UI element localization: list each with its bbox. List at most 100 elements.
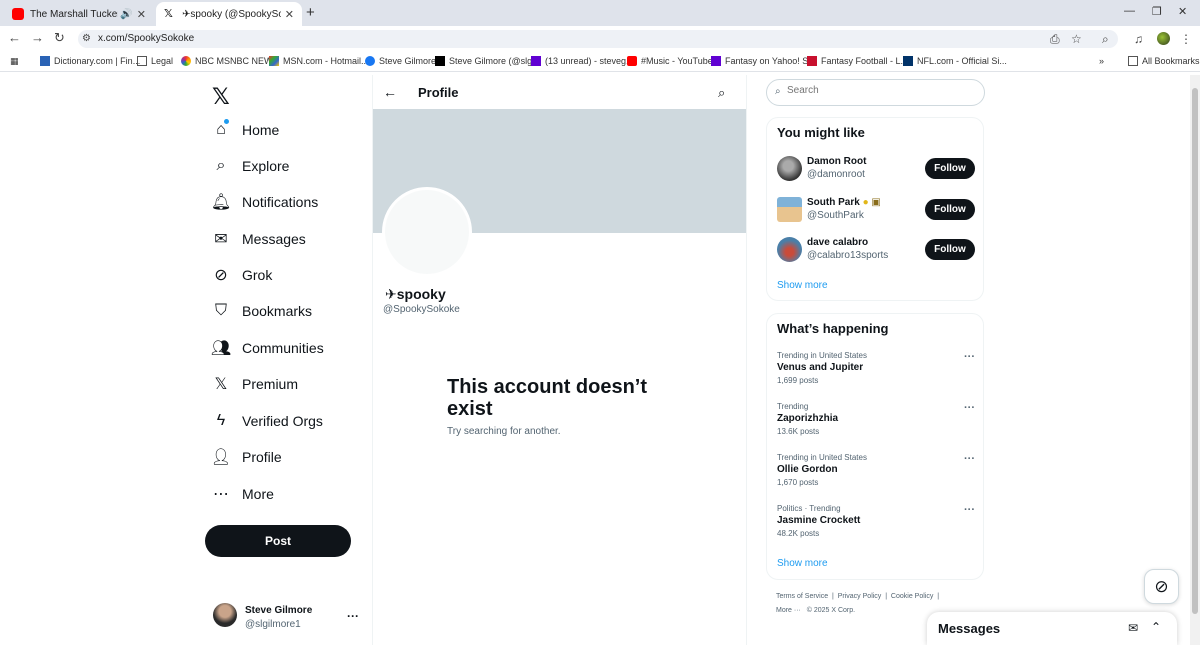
user-handle: @calabro13sports bbox=[807, 250, 889, 261]
card-title: You might like bbox=[777, 125, 865, 140]
cookie-link[interactable]: Cookie Policy bbox=[891, 593, 933, 600]
profile-handle: @SpookySokoke bbox=[383, 304, 460, 315]
nav-premium[interactable]: 𝕏 Premium bbox=[212, 375, 298, 393]
bookmark-item[interactable]: (13 unread) - steveg... bbox=[531, 56, 634, 66]
privacy-link[interactable]: Privacy Policy bbox=[838, 593, 882, 600]
trend-item[interactable]: Trending in United States Venus and Jupi… bbox=[777, 351, 977, 391]
trend-context: Trending in United States bbox=[777, 351, 867, 360]
bookmark-item[interactable]: Fantasy Football - L... bbox=[807, 56, 908, 66]
more-dots-icon[interactable]: ··· bbox=[964, 351, 975, 363]
show-more-link[interactable]: Show more bbox=[777, 558, 828, 569]
expand-chevron-icon[interactable]: ⌃ bbox=[1151, 620, 1161, 634]
suggestion-row[interactable]: dave calabro @calabro13sports Follow bbox=[777, 237, 977, 265]
nbc-peacock-icon bbox=[181, 56, 191, 66]
bookmark-item[interactable]: NFL.com - Official Si... bbox=[903, 56, 1007, 66]
youtube-icon bbox=[627, 56, 637, 66]
messages-drawer[interactable]: Messages ✉ ⌃ bbox=[927, 612, 1177, 645]
nav-messages[interactable]: ✉ Messages bbox=[212, 230, 306, 248]
facebook-icon bbox=[365, 56, 375, 66]
url-bar[interactable] bbox=[78, 30, 1118, 48]
back-arrow-icon[interactable]: ← bbox=[383, 84, 397, 100]
browser-tab-active[interactable]: 𝕏 ✈spooky (@SpookySokoke) / ✕ bbox=[156, 2, 302, 26]
trend-name: Jasmine Crockett bbox=[777, 515, 861, 526]
nav-profile[interactable]: 👤︎ Profile bbox=[211, 448, 282, 466]
account-switcher[interactable]: Steve Gilmore @slgilmore1 ··· bbox=[213, 603, 363, 631]
back-arrow-icon[interactable]: ← bbox=[8, 30, 21, 45]
trend-item[interactable]: Politics · Trending Jasmine Crockett 48.… bbox=[777, 504, 977, 544]
media-control-icon[interactable]: ♫ bbox=[1134, 32, 1143, 46]
copyright: © 2025 X Corp. bbox=[806, 607, 856, 614]
suggestion-row[interactable]: South Park ● ▣ @SouthPark Follow bbox=[777, 197, 977, 225]
follow-button[interactable]: Follow bbox=[925, 158, 975, 179]
bookmark-item[interactable]: MSN.com - Hotmail... bbox=[269, 56, 369, 66]
browser-tab[interactable]: The Marshall Tucker Band Y 🔊 ✕ bbox=[4, 2, 154, 26]
more-link[interactable]: More ··· bbox=[776, 607, 801, 614]
bookmark-item[interactable]: NBC MSNBC NEWS bbox=[181, 56, 279, 66]
grok-icon: ⊘ bbox=[214, 267, 228, 284]
nav-notifications[interactable]: 🔔︎ Notifications bbox=[210, 193, 318, 211]
trend-item[interactable]: Trending Zaporizhzhia 13.6K posts ··· bbox=[777, 402, 977, 442]
x-logo-icon[interactable]: 𝕏 bbox=[212, 84, 230, 110]
apps-grid-icon[interactable]: ▦ bbox=[10, 56, 19, 67]
x-logo-icon bbox=[435, 56, 445, 66]
new-message-icon[interactable]: ✉ bbox=[1128, 621, 1138, 635]
bell-icon: 🔔︎ bbox=[210, 194, 232, 211]
search-box[interactable]: ⌕ bbox=[766, 79, 985, 106]
all-bookmarks[interactable]: All Bookmarks bbox=[1128, 56, 1200, 66]
more-dots-icon[interactable]: ··· bbox=[964, 504, 975, 516]
folder-icon bbox=[137, 56, 147, 66]
bookmark-star-icon[interactable]: ☆ bbox=[1071, 32, 1082, 46]
fantasy-football-icon bbox=[807, 56, 817, 66]
more-dots-icon[interactable]: ··· bbox=[964, 402, 975, 414]
speaker-icon[interactable]: 🔊 bbox=[120, 9, 132, 20]
close-window-icon[interactable]: ✕ bbox=[1178, 5, 1187, 18]
nav-grok[interactable]: ⊘ Grok bbox=[212, 266, 272, 284]
folder-icon bbox=[1128, 56, 1138, 66]
nav-bookmarks[interactable]: ⛉ Bookmarks bbox=[212, 302, 312, 320]
chrome-menu-icon[interactable]: ⋮ bbox=[1180, 32, 1192, 46]
reload-icon[interactable]: ↻ bbox=[54, 30, 65, 46]
tab-search-icon[interactable]: ⌕ bbox=[1102, 32, 1109, 47]
bookmark-item[interactable]: Legal bbox=[137, 56, 173, 66]
bookmark-item[interactable]: Steve Gilmore bbox=[365, 56, 436, 66]
chrome-profile-avatar[interactable] bbox=[1157, 32, 1170, 45]
nav-more[interactable]: ⋯ More bbox=[212, 485, 274, 503]
msn-butterfly-icon bbox=[269, 56, 279, 66]
post-button[interactable]: Post bbox=[205, 525, 351, 557]
messages-drawer-title: Messages bbox=[938, 621, 1001, 636]
show-more-link[interactable]: Show more bbox=[777, 280, 828, 291]
close-tab-icon[interactable]: ✕ bbox=[137, 8, 146, 21]
url-text[interactable]: x.com/SpookySokoke bbox=[98, 33, 194, 44]
trend-item[interactable]: Trending in United States Ollie Gordon 1… bbox=[777, 453, 977, 493]
search-icon[interactable]: ⌕ bbox=[718, 85, 725, 101]
more-dots-icon[interactable]: ··· bbox=[964, 453, 975, 465]
nav-explore[interactable]: ⌕ Explore bbox=[212, 157, 290, 175]
maximize-icon[interactable]: ❐ bbox=[1152, 5, 1162, 18]
terms-link[interactable]: Terms of Service bbox=[776, 593, 828, 600]
account-name: Steve Gilmore bbox=[245, 605, 313, 616]
suggestion-row[interactable]: Damon Root @damonroot Follow bbox=[777, 156, 977, 184]
bookmark-item[interactable]: Steve Gilmore (@slgi... bbox=[435, 56, 542, 66]
bookmark-item[interactable]: #Music - YouTube bbox=[627, 56, 713, 66]
trend-name: Venus and Jupiter bbox=[777, 362, 864, 373]
install-icon[interactable]: ⎙ bbox=[1050, 32, 1060, 47]
search-input[interactable] bbox=[787, 85, 967, 96]
new-tab-button[interactable]: + bbox=[306, 4, 315, 21]
scrollbar-thumb[interactable] bbox=[1192, 88, 1198, 614]
follow-button[interactable]: Follow bbox=[925, 239, 975, 260]
nav-communities[interactable]: 👥︎ Communities bbox=[211, 339, 324, 357]
trend-context: Trending bbox=[777, 402, 809, 411]
minimize-icon[interactable]: — bbox=[1124, 5, 1135, 17]
bookmark-item[interactable]: Dictionary.com | Fin... bbox=[40, 56, 140, 66]
close-tab-icon[interactable]: ✕ bbox=[285, 8, 294, 21]
nav-home[interactable]: ⌂ Home bbox=[212, 121, 279, 139]
lightning-icon: ϟ bbox=[216, 412, 226, 429]
site-info-icon[interactable]: ⚙ bbox=[82, 33, 91, 44]
more-dots-icon[interactable]: ··· bbox=[347, 609, 359, 623]
forward-arrow-icon[interactable]: → bbox=[31, 30, 44, 45]
follow-button[interactable]: Follow bbox=[925, 199, 975, 220]
grok-icon[interactable]: ⊘ bbox=[1144, 569, 1179, 604]
bookmarks-overflow-icon[interactable]: » bbox=[1099, 56, 1104, 66]
nav-verified-orgs[interactable]: ϟ Verified Orgs bbox=[212, 412, 323, 430]
bookmark-item[interactable]: Fantasy on Yahoo! S... bbox=[711, 56, 816, 66]
